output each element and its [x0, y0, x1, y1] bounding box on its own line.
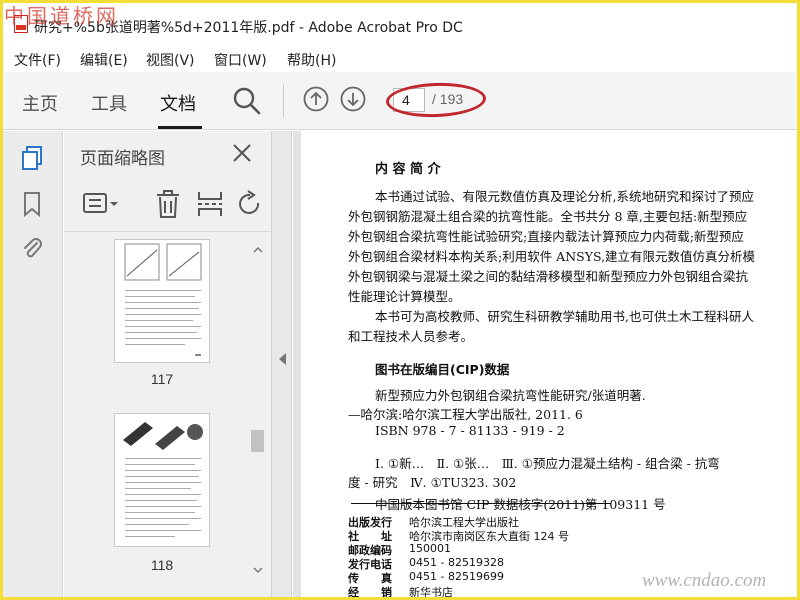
panel-title: 页面缩略图: [80, 149, 165, 169]
scroll-up-icon[interactable]: [252, 244, 264, 256]
menu-help[interactable]: 帮助(H): [287, 50, 336, 70]
separator-rule: [351, 503, 611, 504]
cip-isbn: ISBN 978 - 7 - 81133 - 919 - 2: [375, 423, 565, 438]
page-down-icon[interactable]: [340, 86, 366, 112]
active-tab-indicator: [158, 126, 202, 129]
intro-line: 外包钢钢梁与混凝土梁之间的黏结滑移模型和新型预应力外包钢组合梁抗: [348, 269, 749, 284]
menu-window[interactable]: 窗口(W): [214, 50, 267, 70]
rotate-icon[interactable]: [236, 189, 260, 219]
bookmark-icon[interactable]: [20, 191, 44, 218]
publisher-value: 150001: [409, 542, 451, 555]
panel-divider: [64, 231, 272, 232]
close-icon[interactable]: [232, 143, 252, 163]
page-up-icon[interactable]: [303, 86, 329, 112]
cip-line: 新型预应力外包钢组合梁抗弯性能研究/张道明著.: [375, 388, 646, 403]
attachment-icon[interactable]: [20, 235, 44, 261]
publisher-value: 0451 - 82519328: [409, 556, 504, 569]
cip-line: 度 - 研究 Ⅳ. ①TU323. 302: [348, 475, 517, 490]
intro-line: 外包钢组合梁材料本构关系;利用软件 ANSYS,建立有限元数值仿真分析模: [348, 249, 756, 264]
collapse-arrow-icon: [279, 353, 286, 365]
publisher-value: 新华书店: [409, 586, 453, 599]
cip-heading: 图书在版编目(CIP)数据: [375, 362, 510, 377]
thumbnail-scrollbar[interactable]: [247, 232, 269, 600]
watermark-url-text: www.cndao.com: [642, 570, 767, 591]
thumbnail-page-118[interactable]: [114, 413, 210, 547]
thumbnail-page-117[interactable]: [114, 239, 210, 363]
menu-view[interactable]: 视图(V): [146, 50, 195, 70]
menu-file[interactable]: 文件(F): [14, 50, 61, 70]
options-menu-icon[interactable]: [82, 189, 122, 219]
thumbnails-panel: 页面缩略图 117 118: [64, 131, 272, 600]
tab-document[interactable]: 文档: [160, 90, 196, 116]
tab-home[interactable]: 主页: [22, 90, 58, 116]
cip-line: Ⅰ. ①新… Ⅱ. ①张… Ⅲ. ①预应力混凝土结构 - 组合梁 - 抗弯: [375, 456, 720, 471]
intro-line: 外包钢钢筋混凝土组合梁的抗弯性能。全书共分 8 章,主要包括:新型预应: [348, 209, 748, 224]
publisher-value: 0451 - 82519699: [409, 570, 504, 583]
intro-line: 本书可为高校教师、研究生科研教学辅助用书,也可供土木工程科研人: [375, 309, 754, 324]
scroll-down-icon[interactable]: [252, 564, 264, 576]
menu-bar: 文件(F) 编辑(E) 视图(V) 窗口(W) 帮助(H): [0, 46, 800, 72]
panel-collapse-handle[interactable]: [272, 131, 292, 600]
intro-line: 性能理论计算模型。: [348, 289, 461, 304]
toolbar-divider: [283, 84, 284, 118]
intro-heading: 内 容 简 介: [375, 162, 441, 177]
page-thumbnails-icon[interactable]: [20, 145, 44, 171]
watermark-logo-text: 中国道桥网: [4, 4, 119, 28]
publisher-key: 经 销: [348, 586, 392, 599]
search-icon[interactable]: [232, 86, 262, 116]
delete-icon[interactable]: [154, 189, 182, 219]
insert-page-icon[interactable]: [196, 189, 224, 219]
title-bar: 研究+%5b张道明著%5d+2011年版.pdf - Adobe Acrobat…: [0, 0, 800, 44]
menu-edit[interactable]: 编辑(E): [80, 50, 128, 70]
thumbnail-label-117: 117: [150, 371, 174, 387]
intro-line: 外包钢组合梁抗弯性能试验研究;直接内载法计算预应力内荷载;新型预应: [348, 229, 744, 244]
thumbnail-label-118: 118: [150, 557, 174, 573]
tab-tools[interactable]: 工具: [91, 90, 127, 116]
document-view[interactable]: 内 容 简 介 本书通过试验、有限元数值仿真及理论分析,系统地研究和探讨了预应 …: [293, 131, 800, 600]
pdf-page: 内 容 简 介 本书通过试验、有限元数值仿真及理论分析,系统地研究和探讨了预应 …: [301, 131, 800, 600]
navigation-strip: [0, 131, 63, 600]
intro-line: 本书通过试验、有限元数值仿真及理论分析,系统地研究和探讨了预应: [375, 189, 754, 204]
intro-line: 和工程技术人员参考。: [348, 329, 474, 344]
cip-line: —哈尔滨:哈尔滨工程大学出版社, 2011. 6: [348, 407, 583, 422]
scrollbar-thumb[interactable]: [251, 430, 264, 452]
